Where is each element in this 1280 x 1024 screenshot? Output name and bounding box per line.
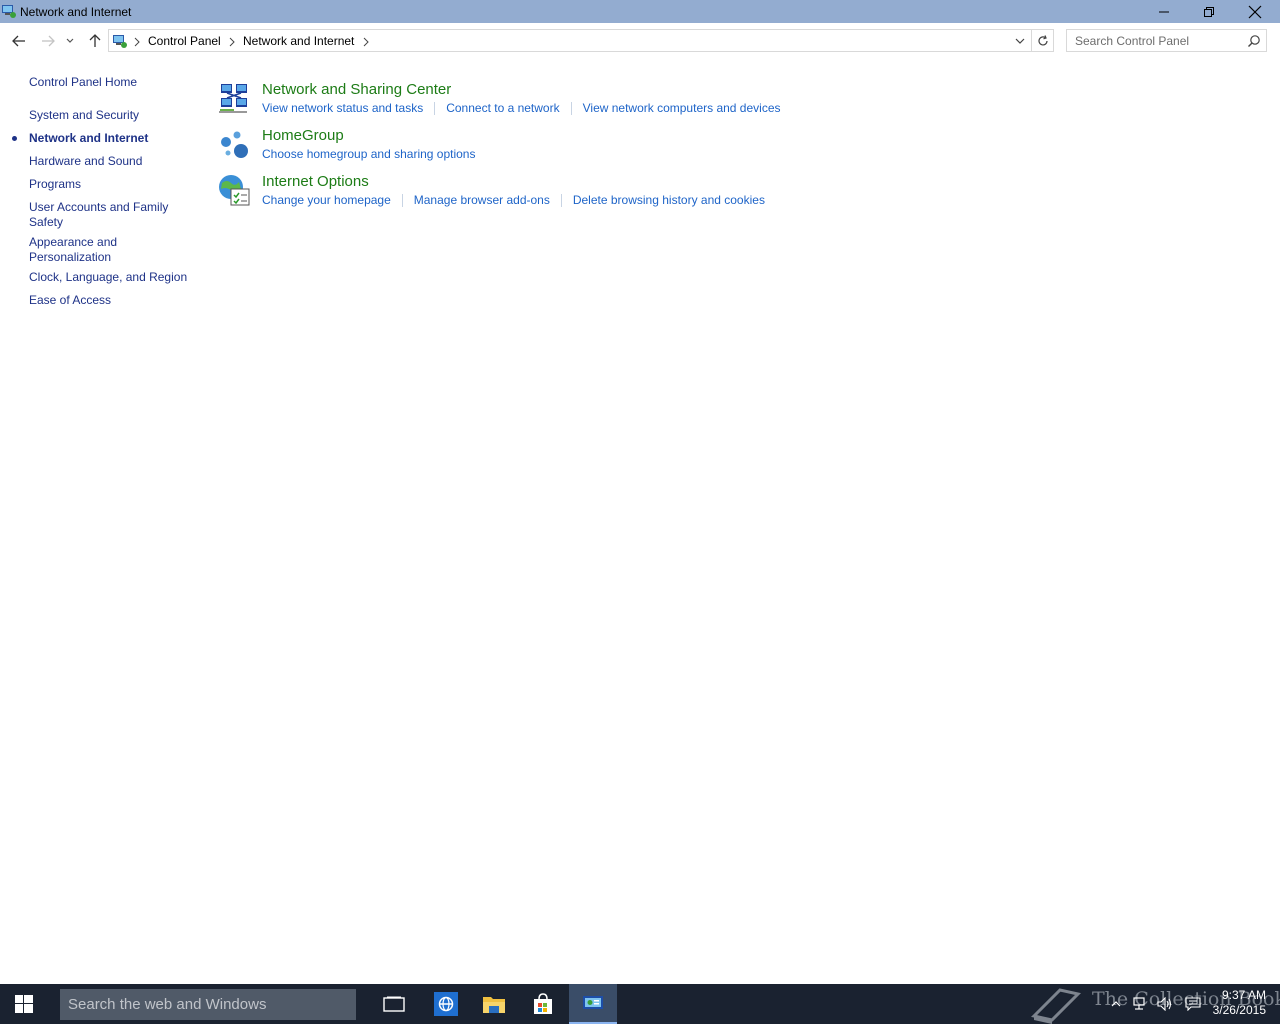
navigation-bar: Control Panel Network and Internet	[0, 23, 1280, 59]
link-divider	[401, 193, 403, 207]
chevron-right-icon[interactable]	[133, 36, 141, 47]
link-divider	[560, 193, 562, 207]
homegroup-icon[interactable]	[217, 127, 251, 161]
control-panel-home-link[interactable]: Control Panel Home	[29, 75, 194, 90]
taskbar: Search the web and Windows The Collectio…	[0, 984, 1280, 1024]
breadcrumb-network-and-internet[interactable]: Network and Internet	[243, 34, 354, 48]
recent-locations-dropdown[interactable]	[62, 31, 78, 51]
view-network-computers-link[interactable]: View network computers and devices	[583, 101, 781, 115]
taskbar-search-placeholder: Search the web and Windows	[68, 996, 267, 1013]
up-button[interactable]	[85, 31, 105, 51]
control-panel-taskbar-icon[interactable]	[569, 984, 617, 1024]
breadcrumb-control-panel[interactable]: Control Panel	[148, 34, 221, 48]
network-icon[interactable]	[1133, 996, 1149, 1012]
task-view-icon[interactable]	[370, 984, 418, 1024]
title-bar: Network and Internet	[0, 0, 1280, 23]
search-icon[interactable]	[1247, 34, 1261, 48]
nav-item-ease-of-access[interactable]: Ease of Access	[29, 293, 194, 308]
volume-icon[interactable]	[1157, 996, 1173, 1012]
chevron-right-icon[interactable]	[362, 36, 370, 47]
back-button[interactable]	[9, 31, 29, 51]
internet-explorer-icon[interactable]	[422, 984, 470, 1024]
file-explorer-icon[interactable]	[470, 984, 518, 1024]
book-icon	[1031, 988, 1081, 1024]
start-button[interactable]	[0, 984, 48, 1024]
network-sharing-links: View network status and tasks Connect to…	[262, 101, 781, 115]
clock-time: 9:37 AM	[1221, 988, 1266, 1002]
address-bar[interactable]: Control Panel Network and Internet	[108, 29, 1054, 52]
nav-item-user-accounts[interactable]: User Accounts and Family Safety	[29, 200, 179, 230]
nav-item-hardware-and-sound[interactable]: Hardware and Sound	[29, 154, 194, 169]
delete-browsing-history-link[interactable]: Delete browsing history and cookies	[573, 193, 765, 207]
store-icon[interactable]	[519, 984, 567, 1024]
nav-item-programs[interactable]: Programs	[29, 177, 194, 192]
window-title: Network and Internet	[20, 5, 132, 19]
homegroup-link[interactable]: HomeGroup	[262, 127, 344, 144]
internet-options-icon[interactable]	[217, 173, 251, 207]
manage-addons-link[interactable]: Manage browser add-ons	[414, 193, 550, 207]
refresh-button[interactable]	[1031, 30, 1053, 51]
view-network-status-link[interactable]: View network status and tasks	[262, 101, 423, 115]
network-sharing-icon[interactable]	[217, 81, 251, 115]
nav-item-appearance[interactable]: Appearance and Personalization	[29, 235, 139, 265]
nav-item-clock-language-region[interactable]: Clock, Language, and Region	[29, 270, 194, 285]
nav-item-network-and-internet[interactable]: Network and Internet	[29, 131, 194, 146]
homegroup-links: Choose homegroup and sharing options	[262, 147, 475, 161]
nav-item-system-and-security[interactable]: System and Security	[29, 108, 194, 123]
internet-options-link[interactable]: Internet Options	[262, 173, 369, 190]
action-center-icon[interactable]	[1185, 996, 1201, 1012]
search-box	[1066, 29, 1267, 52]
windows-logo-icon	[15, 995, 33, 1013]
chevron-right-icon[interactable]	[228, 36, 236, 47]
network-sharing-center-link[interactable]: Network and Sharing Center	[262, 81, 451, 98]
control-panel-icon	[112, 33, 128, 49]
close-button[interactable]	[1232, 0, 1278, 23]
address-history-dropdown[interactable]	[1011, 30, 1029, 51]
taskbar-search-box[interactable]: Search the web and Windows	[60, 989, 356, 1020]
clock-date: 3/26/2015	[1212, 1003, 1266, 1017]
clock[interactable]: 9:37 AM 3/26/2015	[1213, 988, 1266, 1018]
forward-button[interactable]	[38, 31, 58, 51]
restore-button[interactable]	[1186, 0, 1232, 23]
internet-options-links: Change your homepage Manage browser add-…	[262, 193, 765, 207]
minimize-button[interactable]	[1141, 0, 1187, 23]
show-hidden-icons-icon[interactable]	[1108, 996, 1124, 1012]
search-input[interactable]	[1067, 30, 1243, 51]
link-divider	[434, 101, 436, 115]
choose-homegroup-options-link[interactable]: Choose homegroup and sharing options	[262, 147, 475, 161]
connect-to-network-link[interactable]: Connect to a network	[446, 101, 559, 115]
current-item-bullet	[12, 136, 17, 141]
control-panel-icon[interactable]	[1, 3, 17, 19]
link-divider	[570, 101, 572, 115]
change-homepage-link[interactable]: Change your homepage	[262, 193, 391, 207]
